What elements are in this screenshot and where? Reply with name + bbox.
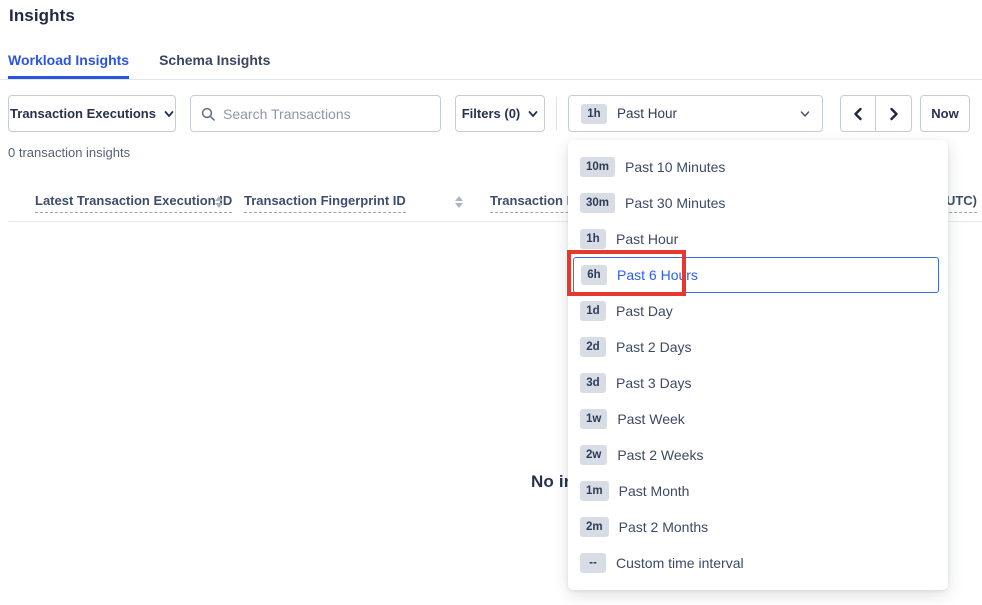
- menu-item-past-30-minutes[interactable]: 30m Past 30 Minutes: [568, 185, 948, 221]
- tab-bar: Workload Insights Schema Insights: [0, 44, 982, 80]
- menu-item-label: Past Hour: [616, 231, 678, 247]
- menu-item-past-2-weeks[interactable]: 2w Past 2 Weeks: [568, 437, 948, 473]
- menu-item-label: Past 2 Days: [616, 339, 691, 355]
- sort-icon[interactable]: [455, 196, 463, 208]
- interval-badge: 1w: [580, 409, 607, 429]
- interval-badge: 6h: [581, 265, 607, 285]
- filters-button[interactable]: Filters (0): [455, 95, 545, 132]
- now-label: Now: [931, 106, 958, 121]
- filters-label: Filters (0): [462, 106, 521, 121]
- menu-item-label: Custom time interval: [616, 555, 744, 571]
- insights-count: 0 transaction insights: [8, 145, 130, 160]
- search-icon: [201, 107, 215, 121]
- menu-item-past-3-days[interactable]: 3d Past 3 Days: [568, 365, 948, 401]
- menu-item-past-6-hours[interactable]: 6h Past 6 Hours: [573, 257, 939, 293]
- previous-interval-button[interactable]: [841, 96, 876, 131]
- interval-badge: 30m: [580, 193, 615, 213]
- menu-item-label: Past 3 Days: [616, 375, 691, 391]
- menu-item-label: Past 2 Months: [619, 519, 709, 535]
- tab-schema-insights[interactable]: Schema Insights: [159, 44, 270, 79]
- time-pager-group: [840, 95, 912, 132]
- interval-badge: 2d: [580, 337, 606, 357]
- column-header-transaction-fingerprint-id[interactable]: Transaction Fingerprint ID: [244, 193, 406, 213]
- sort-down-icon: [215, 203, 223, 208]
- menu-item-past-week[interactable]: 1w Past Week: [568, 401, 948, 437]
- menu-item-label: Past 2 Weeks: [617, 447, 703, 463]
- time-range-select[interactable]: 1h Past Hour: [568, 95, 823, 132]
- interval-badge: 1m: [580, 481, 609, 501]
- interval-badge: 10m: [580, 157, 615, 177]
- menu-item-custom-time-interval[interactable]: -- Custom time interval: [568, 545, 948, 581]
- menu-item-past-10-minutes[interactable]: 10m Past 10 Minutes: [568, 149, 948, 185]
- next-interval-button[interactable]: [876, 96, 911, 131]
- interval-badge: 1h: [580, 229, 606, 249]
- interval-badge: 3d: [580, 373, 606, 393]
- menu-item-past-hour[interactable]: 1h Past Hour: [568, 221, 948, 257]
- chevron-right-icon: [888, 107, 900, 121]
- interval-badge: 2w: [580, 445, 607, 465]
- time-range-label: Past Hour: [617, 106, 790, 121]
- time-range-dropdown-menu: 10m Past 10 Minutes 30m Past 30 Minutes …: [568, 140, 948, 590]
- chevron-down-icon: [164, 109, 174, 119]
- menu-item-label: Past 10 Minutes: [625, 159, 725, 175]
- transaction-type-label: Transaction Executions: [10, 106, 156, 121]
- insights-page: Insights Workload Insights Schema Insigh…: [0, 0, 982, 605]
- tab-workload-insights[interactable]: Workload Insights: [8, 44, 129, 79]
- menu-item-past-2-months[interactable]: 2m Past 2 Months: [568, 509, 948, 545]
- menu-item-label: Past Day: [616, 303, 673, 319]
- menu-item-past-2-days[interactable]: 2d Past 2 Days: [568, 329, 948, 365]
- menu-item-label: Past 6 Hours: [617, 267, 698, 283]
- menu-item-label: Past 30 Minutes: [625, 195, 725, 211]
- search-input[interactable]: [223, 106, 430, 122]
- chevron-down-icon: [528, 109, 538, 119]
- column-header-latest-transaction-execution-id[interactable]: Latest Transaction Execution ID: [35, 193, 232, 213]
- menu-item-label: Past Week: [617, 411, 684, 427]
- time-range-badge: 1h: [581, 104, 607, 124]
- now-button[interactable]: Now: [920, 95, 970, 132]
- transaction-type-select[interactable]: Transaction Executions: [8, 95, 176, 132]
- search-transactions-box: [190, 95, 441, 132]
- chevron-down-icon: [800, 109, 810, 119]
- sort-up-icon: [215, 196, 223, 201]
- interval-badge: 2m: [580, 517, 609, 537]
- sort-up-icon: [455, 196, 463, 201]
- toolbar-divider: [556, 97, 557, 130]
- interval-badge: --: [580, 553, 606, 573]
- chevron-left-icon: [852, 107, 864, 121]
- menu-item-past-day[interactable]: 1d Past Day: [568, 293, 948, 329]
- menu-item-label: Past Month: [619, 483, 690, 499]
- menu-item-past-month[interactable]: 1m Past Month: [568, 473, 948, 509]
- sort-icon[interactable]: [215, 196, 223, 208]
- interval-badge: 1d: [580, 301, 606, 321]
- sort-down-icon: [455, 203, 463, 208]
- page-title: Insights: [9, 6, 75, 26]
